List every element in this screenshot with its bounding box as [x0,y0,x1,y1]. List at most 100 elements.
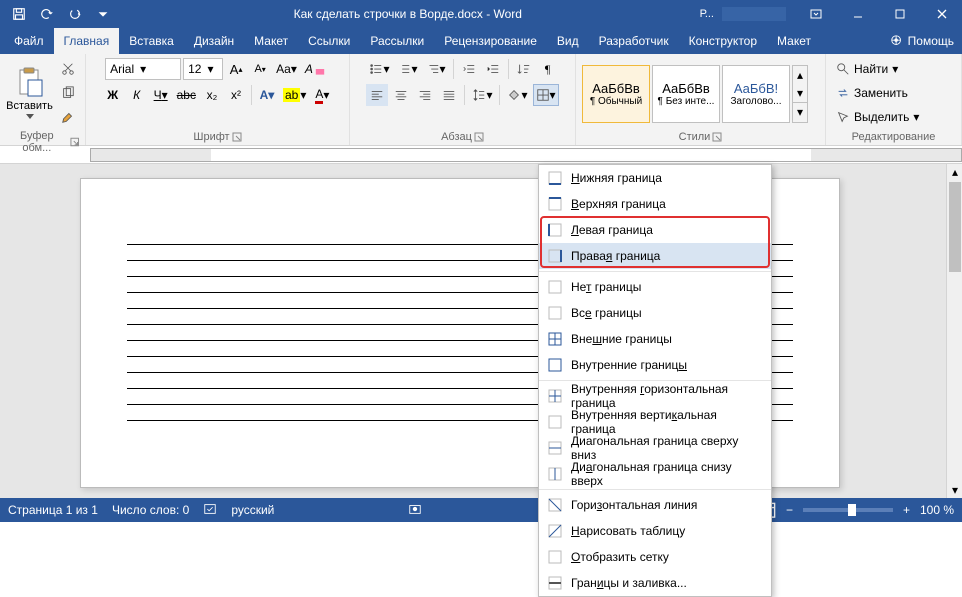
font-color-icon[interactable]: A▾ [311,84,333,106]
tab-insert[interactable]: Вставка [119,28,184,54]
border-option[interactable]: Внутренние границы [539,352,771,378]
find-button[interactable]: Найти ▾ [832,58,902,80]
window-title: Как сделать строчки в Ворде.docx - Word [122,7,694,21]
border-option[interactable]: Нет границы [539,274,771,300]
tab-table-layout[interactable]: Макет [767,28,821,54]
tab-layout[interactable]: Макет [244,28,298,54]
minimize-icon[interactable] [838,0,878,28]
vertical-scrollbar[interactable]: ▴▾ [946,164,962,498]
clear-formatting-icon[interactable]: A [302,58,330,80]
tab-file[interactable]: Файл [4,28,54,54]
border-option-icon [547,388,563,404]
subscript-button[interactable]: x₂ [201,84,223,106]
numbering-icon[interactable]: ▾ [394,58,420,80]
text-effects-icon[interactable]: A▾ [256,84,278,106]
cut-icon[interactable] [57,58,79,80]
justify-icon[interactable] [438,84,460,106]
border-option[interactable]: Левая граница [539,217,771,243]
status-words[interactable]: Число слов: 0 [112,503,189,517]
shrink-font-icon[interactable]: A▾ [249,58,271,80]
editing-group-label: Редактирование [852,131,936,143]
border-option[interactable]: Внутренняя горизонтальная граница [539,383,771,409]
paste-button[interactable]: Вставить [6,66,53,120]
show-marks-icon[interactable]: ¶ [537,58,559,80]
tab-mailings[interactable]: Рассылки [360,28,434,54]
ruler[interactable] [0,146,962,164]
border-option-icon [547,357,563,373]
format-painter-icon[interactable] [57,106,79,128]
border-option[interactable]: Все границы [539,300,771,326]
sort-icon[interactable] [513,58,535,80]
zoom-value[interactable]: 100 % [920,503,954,517]
borders-button[interactable]: ▾ [533,84,559,106]
border-option[interactable]: Внешние границы [539,326,771,352]
grow-font-icon[interactable]: A▴ [225,58,247,80]
border-option-icon [547,196,563,212]
style-gallery[interactable]: АаБбВв¶ Обычный АаБбВв¶ Без инте... АаБб… [582,65,808,123]
qat-customize-icon[interactable] [90,1,116,27]
style-gallery-more[interactable]: ▴▾▾ [792,65,808,123]
save-icon[interactable] [6,1,32,27]
border-option[interactable]: Горизонтальная линия [539,492,771,518]
border-option[interactable]: Диагональная граница снизу вверх [539,461,771,487]
ribbon-tabs: Файл Главная Вставка Дизайн Макет Ссылки… [0,28,962,54]
multilevel-icon[interactable]: ▾ [423,58,449,80]
font-size-combo[interactable]: 12▾ [183,58,223,80]
close-icon[interactable] [922,0,962,28]
border-option[interactable]: Отобразить сетку [539,544,771,570]
border-option[interactable]: Нарисовать таблицу [539,518,771,544]
border-option[interactable]: Правая граница [539,243,771,269]
status-page[interactable]: Страница 1 из 1 [8,503,98,517]
tell-me-label: Помощь [908,34,954,48]
line-spacing-icon[interactable]: ▾ [469,84,495,106]
status-language[interactable]: русский [231,503,274,517]
account-hint[interactable]: Р... [694,1,720,27]
zoom-slider[interactable] [803,508,893,512]
border-option[interactable]: Внутренняя вертикальная граница [539,409,771,435]
border-option[interactable]: Границы и заливка... [539,570,771,596]
font-name-combo[interactable]: Arial▾ [105,58,181,80]
border-option-icon [547,222,563,238]
tab-developer[interactable]: Разработчик [589,28,679,54]
align-left-icon[interactable] [366,84,388,106]
status-macros-icon[interactable] [408,502,422,519]
redo-icon[interactable] [62,1,88,27]
border-option-label: Внутренние границы [571,358,687,372]
replace-button[interactable]: Заменить [832,82,912,104]
bullets-icon[interactable]: ▾ [366,58,392,80]
decrease-indent-icon[interactable] [458,58,480,80]
ribbon-options-icon[interactable] [796,0,836,28]
underline-button[interactable]: Ч▾ [150,84,172,106]
tab-table-design[interactable]: Конструктор [679,28,767,54]
tell-me[interactable]: Помощь [882,34,962,48]
border-option-icon [547,248,563,264]
align-right-icon[interactable] [414,84,436,106]
undo-icon[interactable] [34,1,60,27]
tab-home[interactable]: Главная [54,28,120,54]
border-option[interactable]: Диагональная граница сверху вниз [539,435,771,461]
select-button[interactable]: Выделить ▾ [832,106,923,128]
align-center-icon[interactable] [390,84,412,106]
change-case-icon[interactable]: Aa▾ [273,58,300,80]
tab-view[interactable]: Вид [547,28,589,54]
border-option-label: Границы и заливка... [571,576,687,590]
tab-references[interactable]: Ссылки [298,28,360,54]
shading-icon[interactable]: ▾ [504,84,530,106]
superscript-button[interactable]: x² [225,84,247,106]
border-option[interactable]: Нижняя граница [539,165,771,191]
bold-button[interactable]: Ж [102,84,124,106]
maximize-icon[interactable] [880,0,920,28]
tab-review[interactable]: Рецензирование [434,28,547,54]
increase-indent-icon[interactable] [482,58,504,80]
border-option-icon [547,279,563,295]
border-option-label: Нет границы [571,280,641,294]
copy-icon[interactable] [57,82,79,104]
border-option[interactable]: Верхняя граница [539,191,771,217]
account-pill[interactable] [722,7,786,21]
strike-button[interactable]: abc [174,84,199,106]
italic-button[interactable]: К [126,84,148,106]
highlight-color-icon[interactable]: ab▾ [280,84,309,106]
tab-design[interactable]: Дизайн [184,28,244,54]
status-proofing-icon[interactable] [203,502,217,519]
border-option-label: Левая граница [571,223,653,237]
